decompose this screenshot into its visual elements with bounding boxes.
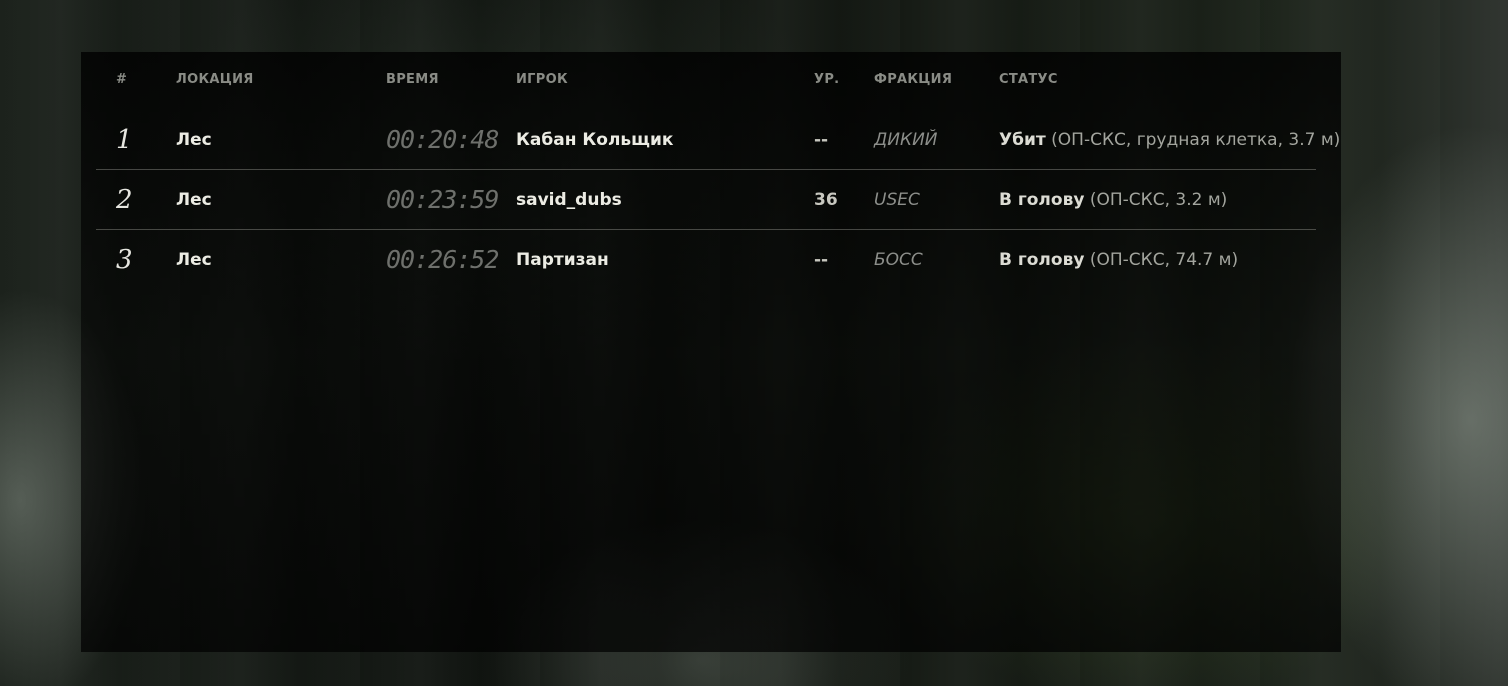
row-number: 1	[116, 125, 133, 155]
row-location: Лес	[176, 190, 212, 210]
row-level: --	[814, 130, 829, 150]
header-player: ИГРОК	[516, 72, 568, 87]
table-header: # ЛОКАЦИЯ ВРЕМЯ ИГРОК УР. ФРАКЦИЯ СТАТУС	[81, 72, 1341, 92]
header-time: ВРЕМЯ	[386, 72, 439, 87]
header-faction: ФРАКЦИЯ	[874, 72, 953, 87]
header-status: СТАТУС	[999, 72, 1058, 87]
row-faction: USEC	[874, 190, 920, 210]
row-number: 3	[116, 245, 133, 275]
row-number: 2	[116, 185, 133, 215]
row-time: 00:26:52	[386, 245, 499, 274]
table-row[interactable]: 3 Лес 00:26:52 Партизан -- БОСС В голову…	[96, 230, 1316, 290]
row-player: Партизан	[516, 250, 609, 270]
status-result: В голову	[999, 250, 1085, 270]
status-result: В голову	[999, 190, 1085, 210]
row-status: В голову (ОП-СКС, 3.2 м)	[999, 170, 1227, 230]
row-time: 00:23:59	[386, 185, 499, 214]
row-faction: ДИКИЙ	[874, 130, 938, 150]
kill-list-panel: # ЛОКАЦИЯ ВРЕМЯ ИГРОК УР. ФРАКЦИЯ СТАТУС…	[81, 52, 1341, 652]
row-level: 36	[814, 190, 838, 210]
row-player: savid_dubs	[516, 190, 622, 210]
status-detail: (ОП-СКС, 74.7 м)	[1084, 250, 1239, 270]
header-number: #	[116, 72, 128, 87]
table-row[interactable]: 2 Лес 00:23:59 savid_dubs 36 USEC В голо…	[96, 170, 1316, 230]
header-level: УР.	[814, 72, 840, 87]
row-level: --	[814, 250, 829, 270]
status-result: Убит	[999, 130, 1046, 150]
row-location: Лес	[176, 130, 212, 150]
row-time: 00:20:48	[386, 125, 499, 154]
status-detail: (ОП-СКС, грудная клетка, 3.7 м)	[1045, 130, 1341, 150]
row-player: Кабан Кольщик	[516, 130, 674, 150]
row-status: В голову (ОП-СКС, 74.7 м)	[999, 230, 1238, 290]
row-status: Убит (ОП-СКС, грудная клетка, 3.7 м)	[999, 110, 1340, 170]
header-location: ЛОКАЦИЯ	[176, 72, 254, 87]
table-row[interactable]: 1 Лес 00:20:48 Кабан Кольщик -- ДИКИЙ Уб…	[96, 110, 1340, 170]
row-location: Лес	[176, 250, 212, 270]
status-detail: (ОП-СКС, 3.2 м)	[1084, 190, 1228, 210]
row-faction: БОСС	[874, 250, 923, 270]
